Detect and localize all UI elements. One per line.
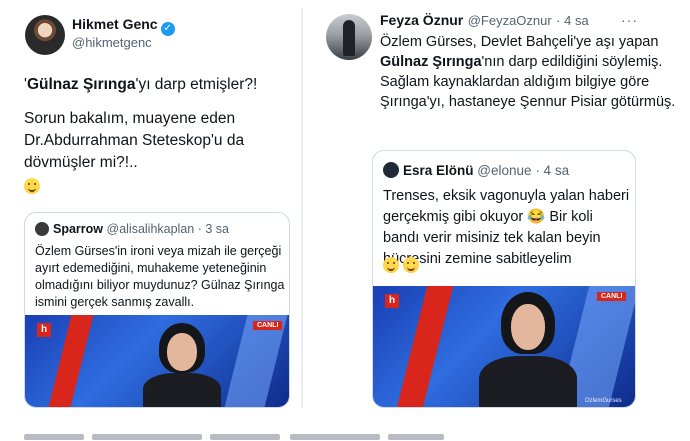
quoted-tweet-esra[interactable]: Esra Elönü @elonue · 4 sa Trenses, eksik… — [372, 150, 636, 408]
bold-name: Gülnaz Şırınga — [26, 76, 136, 93]
quoted-tweet-header: Esra Elönü @elonue · 4 sa — [383, 162, 569, 178]
verified-badge-icon: ✓ — [160, 22, 175, 36]
column-divider — [301, 8, 303, 408]
author-handle[interactable]: @FeyzaOznur — [468, 13, 552, 28]
video-thumbnail[interactable]: h CANLI OzlemGurses — [373, 286, 635, 407]
channel-logo-icon: h — [37, 323, 51, 337]
cropped-caption-strip — [0, 412, 690, 441]
tweet-feyza-oznur[interactable]: Feyza Öznur @FeyzaOznur · 4 sa ··· Özlem… — [308, 0, 690, 412]
tweet-time[interactable]: · 4 sa — [556, 13, 589, 28]
quoted-time: · 4 sa — [535, 163, 570, 178]
avatar[interactable] — [25, 15, 65, 55]
quoted-time: · 3 sa — [197, 222, 229, 236]
tweet-hikmet-genc[interactable]: Hikmet Genc ✓ @hikmetgenc 'Gülnaz Şırınga… — [0, 0, 300, 412]
avatar[interactable] — [326, 14, 372, 60]
channel-logo-icon: h — [385, 294, 399, 308]
quoted-avatar — [383, 162, 399, 178]
presenter-figure — [473, 292, 583, 407]
quoted-tweet-sparrow[interactable]: Sparrow @alisalihkaplan · 3 sa Özlem Gür… — [24, 212, 290, 408]
author-name[interactable]: Hikmet Genc — [72, 16, 158, 32]
author-name-row[interactable]: Hikmet Genc ✓ — [72, 16, 175, 36]
author-name[interactable]: Feyza Öznur — [380, 12, 463, 28]
line1-suffix: 'yı darp etmişler?! — [135, 76, 258, 93]
tweet-text-paragraph2: Sorun bakalım, muayene eden Dr.Abdurrahm… — [24, 110, 245, 171]
quoted-author-handle: @alisalihkaplan — [106, 222, 195, 236]
grinning-sweat-emoji-icon — [24, 178, 40, 196]
video-watermark: OzlemGurses — [585, 398, 622, 404]
presenter-figure — [137, 323, 227, 407]
tweet-text-part1: Özlem Gürses, Devlet Bahçeli'ye aşı yapa… — [380, 34, 659, 50]
author-name-row[interactable]: Feyza Öznur @FeyzaOznur · 4 sa — [380, 12, 589, 30]
quoted-avatar — [35, 222, 49, 236]
grimacing-emoji-icon — [383, 257, 420, 275]
live-badge: CANLI — [253, 321, 283, 330]
more-options-icon[interactable]: ··· — [621, 12, 638, 28]
live-badge: CANLI — [597, 292, 627, 301]
quoted-author-name: Sparrow — [53, 222, 104, 236]
author-handle[interactable]: @hikmetgenc — [72, 35, 152, 50]
tweet-text: Özlem Gürses, Devlet Bahçeli'ye aşı yapa… — [380, 32, 680, 112]
quoted-tweet-text: Trenses, eksik vagonuyla yalan haberi ge… — [383, 188, 630, 267]
tweet-text-line1: 'Gülnaz Şırınga'yı darp etmişler?! — [24, 76, 257, 94]
quoted-author-name: Esra Elönü — [403, 163, 474, 178]
quoted-tweet-text: Özlem Gürses'in ironi veya mizah ile ger… — [35, 244, 285, 309]
video-thumbnail[interactable]: h CANLI — [25, 315, 289, 407]
quoted-author-handle: @elonue — [477, 163, 532, 178]
bold-name: Gülnaz Şırınga — [380, 54, 482, 70]
quoted-tweet-header: Sparrow @alisalihkaplan · 3 sa — [35, 222, 229, 236]
